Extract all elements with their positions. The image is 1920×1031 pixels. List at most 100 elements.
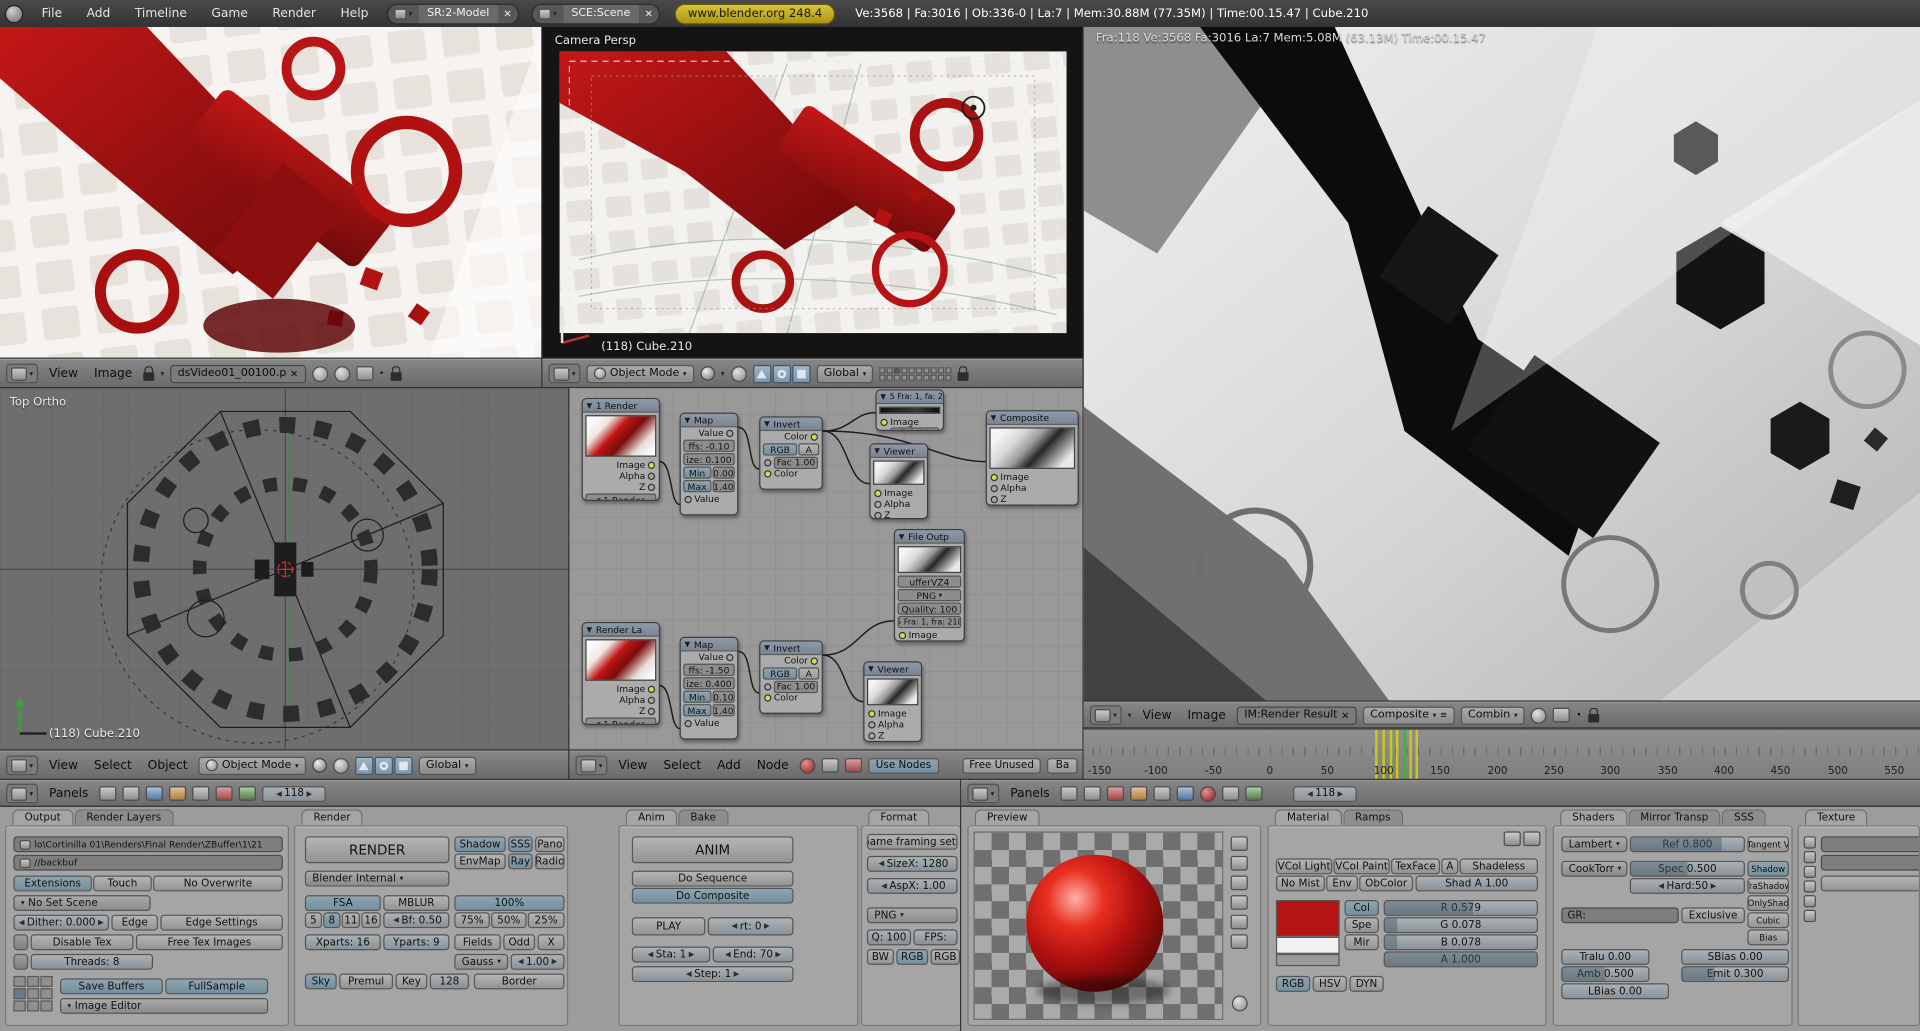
tab-material[interactable]: Material xyxy=(1274,809,1342,826)
composite-nodes-icon[interactable] xyxy=(845,757,863,773)
diffuse-shader-dropdown[interactable]: Lambert ▾ xyxy=(1561,836,1628,853)
texture-channel-icon[interactable] xyxy=(1803,895,1816,908)
tab-mirror-transp[interactable]: Mirror Transp xyxy=(1628,809,1721,826)
preview-hair-icon[interactable] xyxy=(1230,914,1248,930)
scene-browse-icon[interactable] xyxy=(538,7,551,19)
scale-manipulator-icon[interactable] xyxy=(791,364,811,383)
hard-slider[interactable]: ◀ Hard:50 ▶ xyxy=(1629,877,1745,894)
pin-lock-icon[interactable] xyxy=(143,365,155,381)
ortho-3d-viewport[interactable]: Top Ortho (118) Cube.210 xyxy=(0,388,570,751)
menu-game[interactable]: Game xyxy=(200,7,259,20)
socket-icon[interactable] xyxy=(880,429,888,430)
image-datablock-field[interactable]: dsVideo01_00100.p ✕ xyxy=(170,364,306,383)
preview-cube-icon[interactable] xyxy=(1230,875,1248,891)
decrement-icon[interactable]: ◀ xyxy=(881,882,887,891)
preview-plane-icon[interactable] xyxy=(1230,836,1248,852)
menu-render[interactable]: Render xyxy=(261,7,327,20)
trashadow-toggle[interactable]: TraShadow xyxy=(1747,877,1789,894)
shader-nodes-icon[interactable] xyxy=(821,757,839,773)
backbuf-field[interactable]: //backbuf xyxy=(13,854,283,871)
keyframe-line[interactable] xyxy=(1395,729,1399,781)
lock-icon[interactable] xyxy=(390,365,402,381)
script-context-icon[interactable] xyxy=(122,786,140,801)
tab-render-layers[interactable]: Render Layers xyxy=(74,809,174,826)
collapse-icon[interactable]: ▼ xyxy=(764,643,770,652)
collapse-icon[interactable]: ▼ xyxy=(764,419,770,428)
rgb-mode-toggle[interactable]: RGB xyxy=(1275,975,1311,992)
preview-refresh-icon[interactable] xyxy=(1231,995,1248,1012)
fullsample-toggle[interactable]: FullSample xyxy=(165,978,269,995)
tab-format[interactable]: Format xyxy=(868,809,930,826)
pano-toggle[interactable]: Pano xyxy=(535,836,565,853)
socket-icon[interactable] xyxy=(647,461,656,469)
size-25-toggle[interactable]: 25% xyxy=(527,912,565,929)
filename-field[interactable]: ufferVZ4 xyxy=(897,575,962,588)
offs-field[interactable]: ffs: -1.50 xyxy=(683,663,735,676)
paste-material-icon[interactable] xyxy=(1523,831,1541,847)
sbias-slider[interactable]: SBias 0.00 xyxy=(1681,948,1789,965)
obcolor-toggle[interactable]: ObColor xyxy=(1359,875,1414,892)
tab-ramps[interactable]: Ramps xyxy=(1342,809,1403,826)
fields-x-toggle[interactable]: X xyxy=(537,934,565,951)
render-display-placement-grid[interactable] xyxy=(13,975,53,1012)
fps-slider[interactable]: FPS: xyxy=(913,929,958,946)
edge-toggle[interactable]: Edge xyxy=(111,914,158,931)
increment-icon[interactable]: ▶ xyxy=(1711,882,1717,891)
odd-toggle[interactable]: Odd xyxy=(503,934,536,951)
menu-collapse-icon[interactable]: ▾ xyxy=(1128,711,1132,720)
size-50-toggle[interactable]: 50% xyxy=(491,912,527,929)
preview-sky-icon[interactable] xyxy=(1230,934,1248,949)
tab-preview[interactable]: Preview xyxy=(974,809,1040,826)
fac-slider[interactable]: Fac 1.00 xyxy=(773,680,818,693)
channel-icon[interactable] xyxy=(355,366,373,381)
scene-close-icon[interactable]: ✕ xyxy=(638,4,659,23)
emit-slider[interactable]: Emit 0.300 xyxy=(1681,966,1789,983)
quality-slider[interactable]: Quality: 100 xyxy=(897,602,962,615)
node-invert-2[interactable]: ▼ Invert Color RGB A Fac 1.00 Color xyxy=(759,640,823,714)
save-buffers-toggle[interactable]: Save Buffers xyxy=(60,978,163,995)
increment-icon[interactable]: ▶ xyxy=(98,918,104,927)
threads-slider[interactable]: Threads: 8 xyxy=(30,953,154,970)
node-render-layers-2[interactable]: ▼ Render La Image Alpha Z ▾ 1 Render xyxy=(581,622,661,725)
socket-icon[interactable] xyxy=(990,495,998,503)
material-preview[interactable] xyxy=(973,831,1224,1021)
menu-panels[interactable]: Panels xyxy=(1005,787,1054,800)
bw-toggle[interactable]: BW xyxy=(866,948,894,965)
env-toggle[interactable]: Env xyxy=(1326,875,1358,892)
fac-slider[interactable]: Fac 1.00 xyxy=(773,456,818,469)
use-nodes-toggle[interactable]: Use Nodes xyxy=(868,757,939,774)
timeline-strip[interactable]: -150 -100 -50 0 50 100 150 200 250 300 3… xyxy=(1083,728,1920,781)
frame-number-field[interactable]: ◀ 118 ▶ xyxy=(262,785,326,802)
editing-context-icon[interactable] xyxy=(1153,786,1171,801)
texture-button[interactable] xyxy=(1820,875,1919,892)
fields-toggle[interactable]: Fields xyxy=(454,934,501,951)
menu-panels[interactable]: Panels xyxy=(44,787,93,800)
socket-icon[interactable] xyxy=(647,685,656,693)
orientation-dropdown[interactable]: Global ▾ xyxy=(816,364,874,383)
min-value[interactable]: 0.10 xyxy=(712,690,735,703)
tangent-v-toggle[interactable]: Tangent V xyxy=(1747,836,1789,853)
onlyshad-toggle[interactable]: OnlyShad xyxy=(1747,895,1789,912)
no-overwrite-toggle[interactable]: No Overwrite xyxy=(153,875,283,892)
osa-8-toggle[interactable]: 8 xyxy=(323,912,341,929)
mirror-color-swatch[interactable] xyxy=(1275,953,1340,967)
collapse-icon[interactable]: ▼ xyxy=(684,640,690,649)
camera-3d-viewport[interactable]: Camera Persp (118) Cube.210 xyxy=(542,26,1084,359)
current-frame-line[interactable] xyxy=(1403,729,1406,781)
disable-tex-toggle[interactable]: Disable Tex xyxy=(30,934,134,951)
render-engine-dropdown[interactable]: Blender Internal ▾ xyxy=(304,870,450,887)
tab-anim[interactable]: Anim xyxy=(625,809,677,826)
do-composite-toggle[interactable]: Do Composite xyxy=(631,887,794,904)
translate-manipulator-icon[interactable] xyxy=(354,756,374,775)
tab-output[interactable]: Output xyxy=(12,809,73,826)
paint-mode-icon[interactable] xyxy=(1531,707,1548,724)
collapse-icon[interactable]: ▼ xyxy=(587,401,593,410)
texture-channel-icon[interactable] xyxy=(1803,836,1816,849)
menu-add[interactable]: Add xyxy=(712,759,746,772)
texture-slot-field[interactable] xyxy=(1820,854,1919,871)
increment-icon[interactable]: ▶ xyxy=(775,950,781,959)
frame-decrement-icon[interactable]: ◀ xyxy=(1307,789,1313,798)
socket-icon[interactable] xyxy=(726,653,734,661)
shadow-toggle[interactable]: Shadow xyxy=(1747,860,1789,877)
vcol-light-toggle[interactable]: VCol Light xyxy=(1275,858,1333,875)
